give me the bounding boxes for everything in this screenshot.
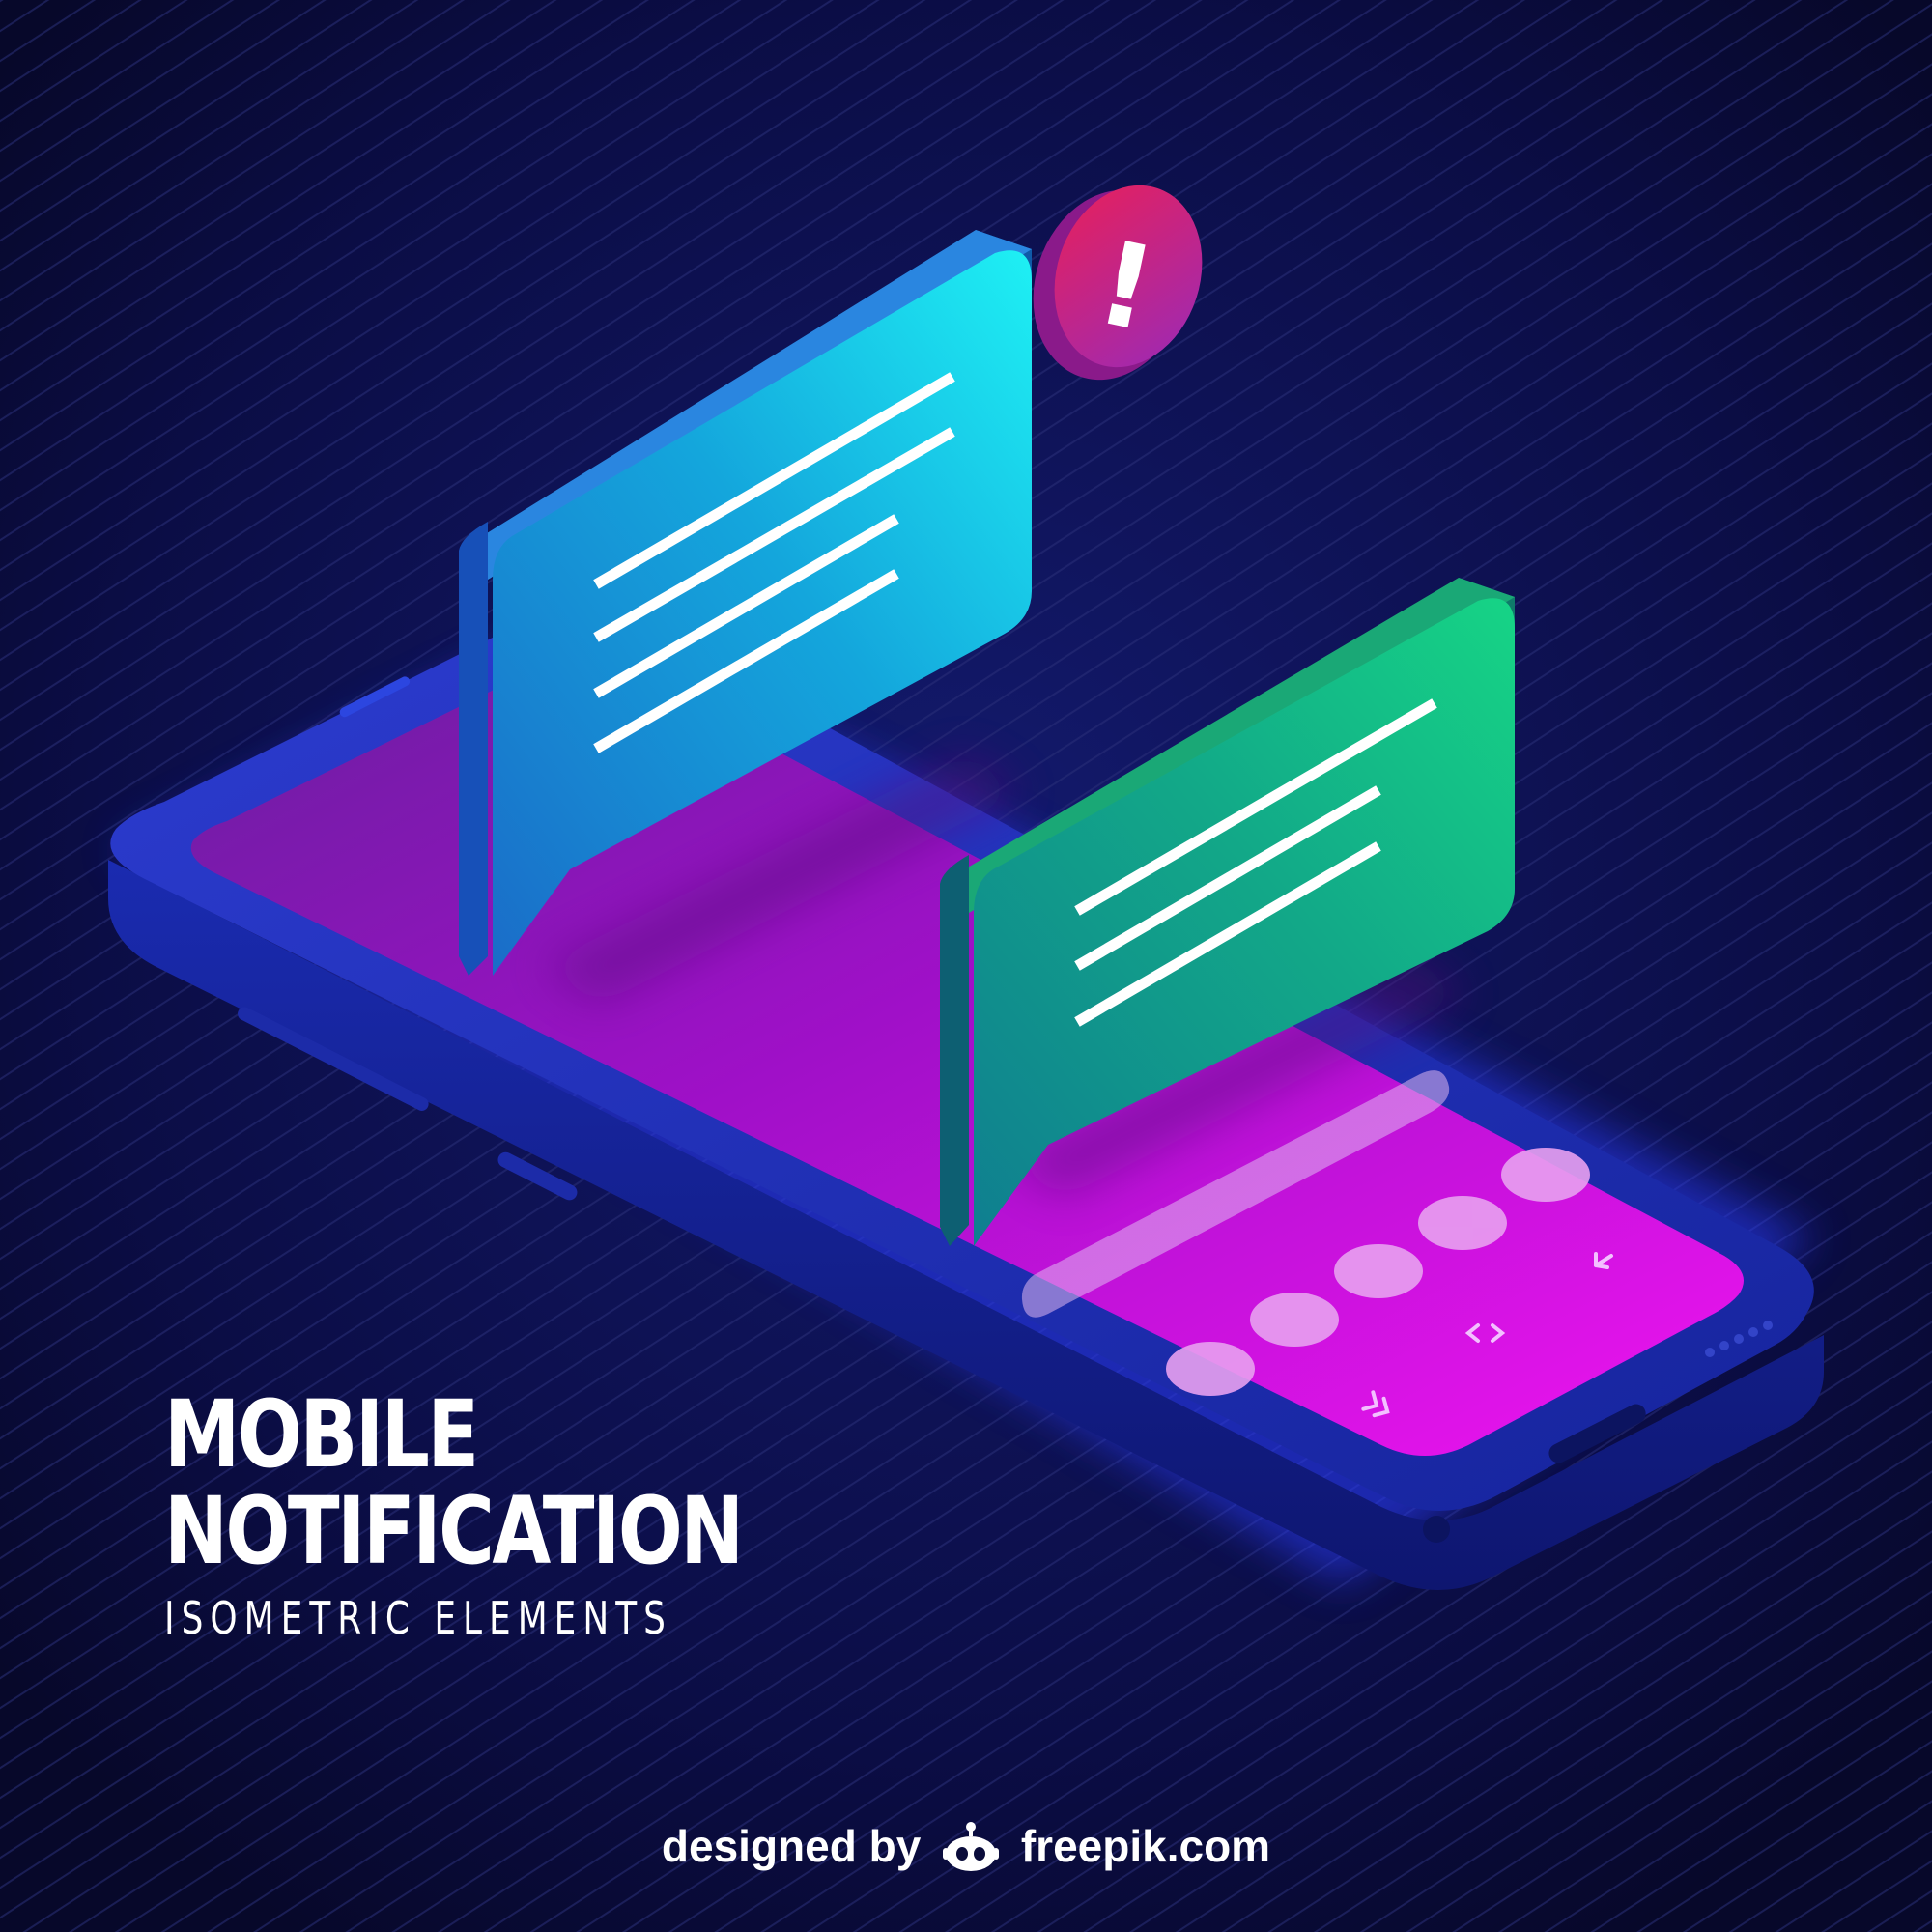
blue-bubble-left xyxy=(459,522,488,976)
key-3[interactable] xyxy=(1334,1244,1423,1298)
illustration-canvas: ! MOBILE NOTIFICATION ISOMETRIC ELEMENTS… xyxy=(0,0,1932,1932)
title-line-2: NOTIFICATION xyxy=(164,1477,744,1585)
subtitle: ISOMETRIC ELEMENTS xyxy=(164,1592,672,1644)
credit-line: designed by freepik.com xyxy=(0,1816,1932,1873)
title-block: MOBILE NOTIFICATION ISOMETRIC ELEMENTS xyxy=(164,1386,840,1645)
headphone-jack xyxy=(1423,1516,1450,1543)
freepik-logo-icon xyxy=(943,1821,1000,1871)
key-5[interactable] xyxy=(1501,1148,1590,1202)
credit-brand[interactable]: freepik.com xyxy=(1021,1821,1270,1871)
key-2[interactable] xyxy=(1250,1293,1339,1347)
key-4[interactable] xyxy=(1418,1196,1507,1250)
title-line-1: MOBILE xyxy=(164,1380,479,1489)
key-1[interactable] xyxy=(1166,1342,1255,1396)
green-bubble-left xyxy=(940,855,969,1246)
credit-prefix: designed by xyxy=(661,1820,922,1871)
